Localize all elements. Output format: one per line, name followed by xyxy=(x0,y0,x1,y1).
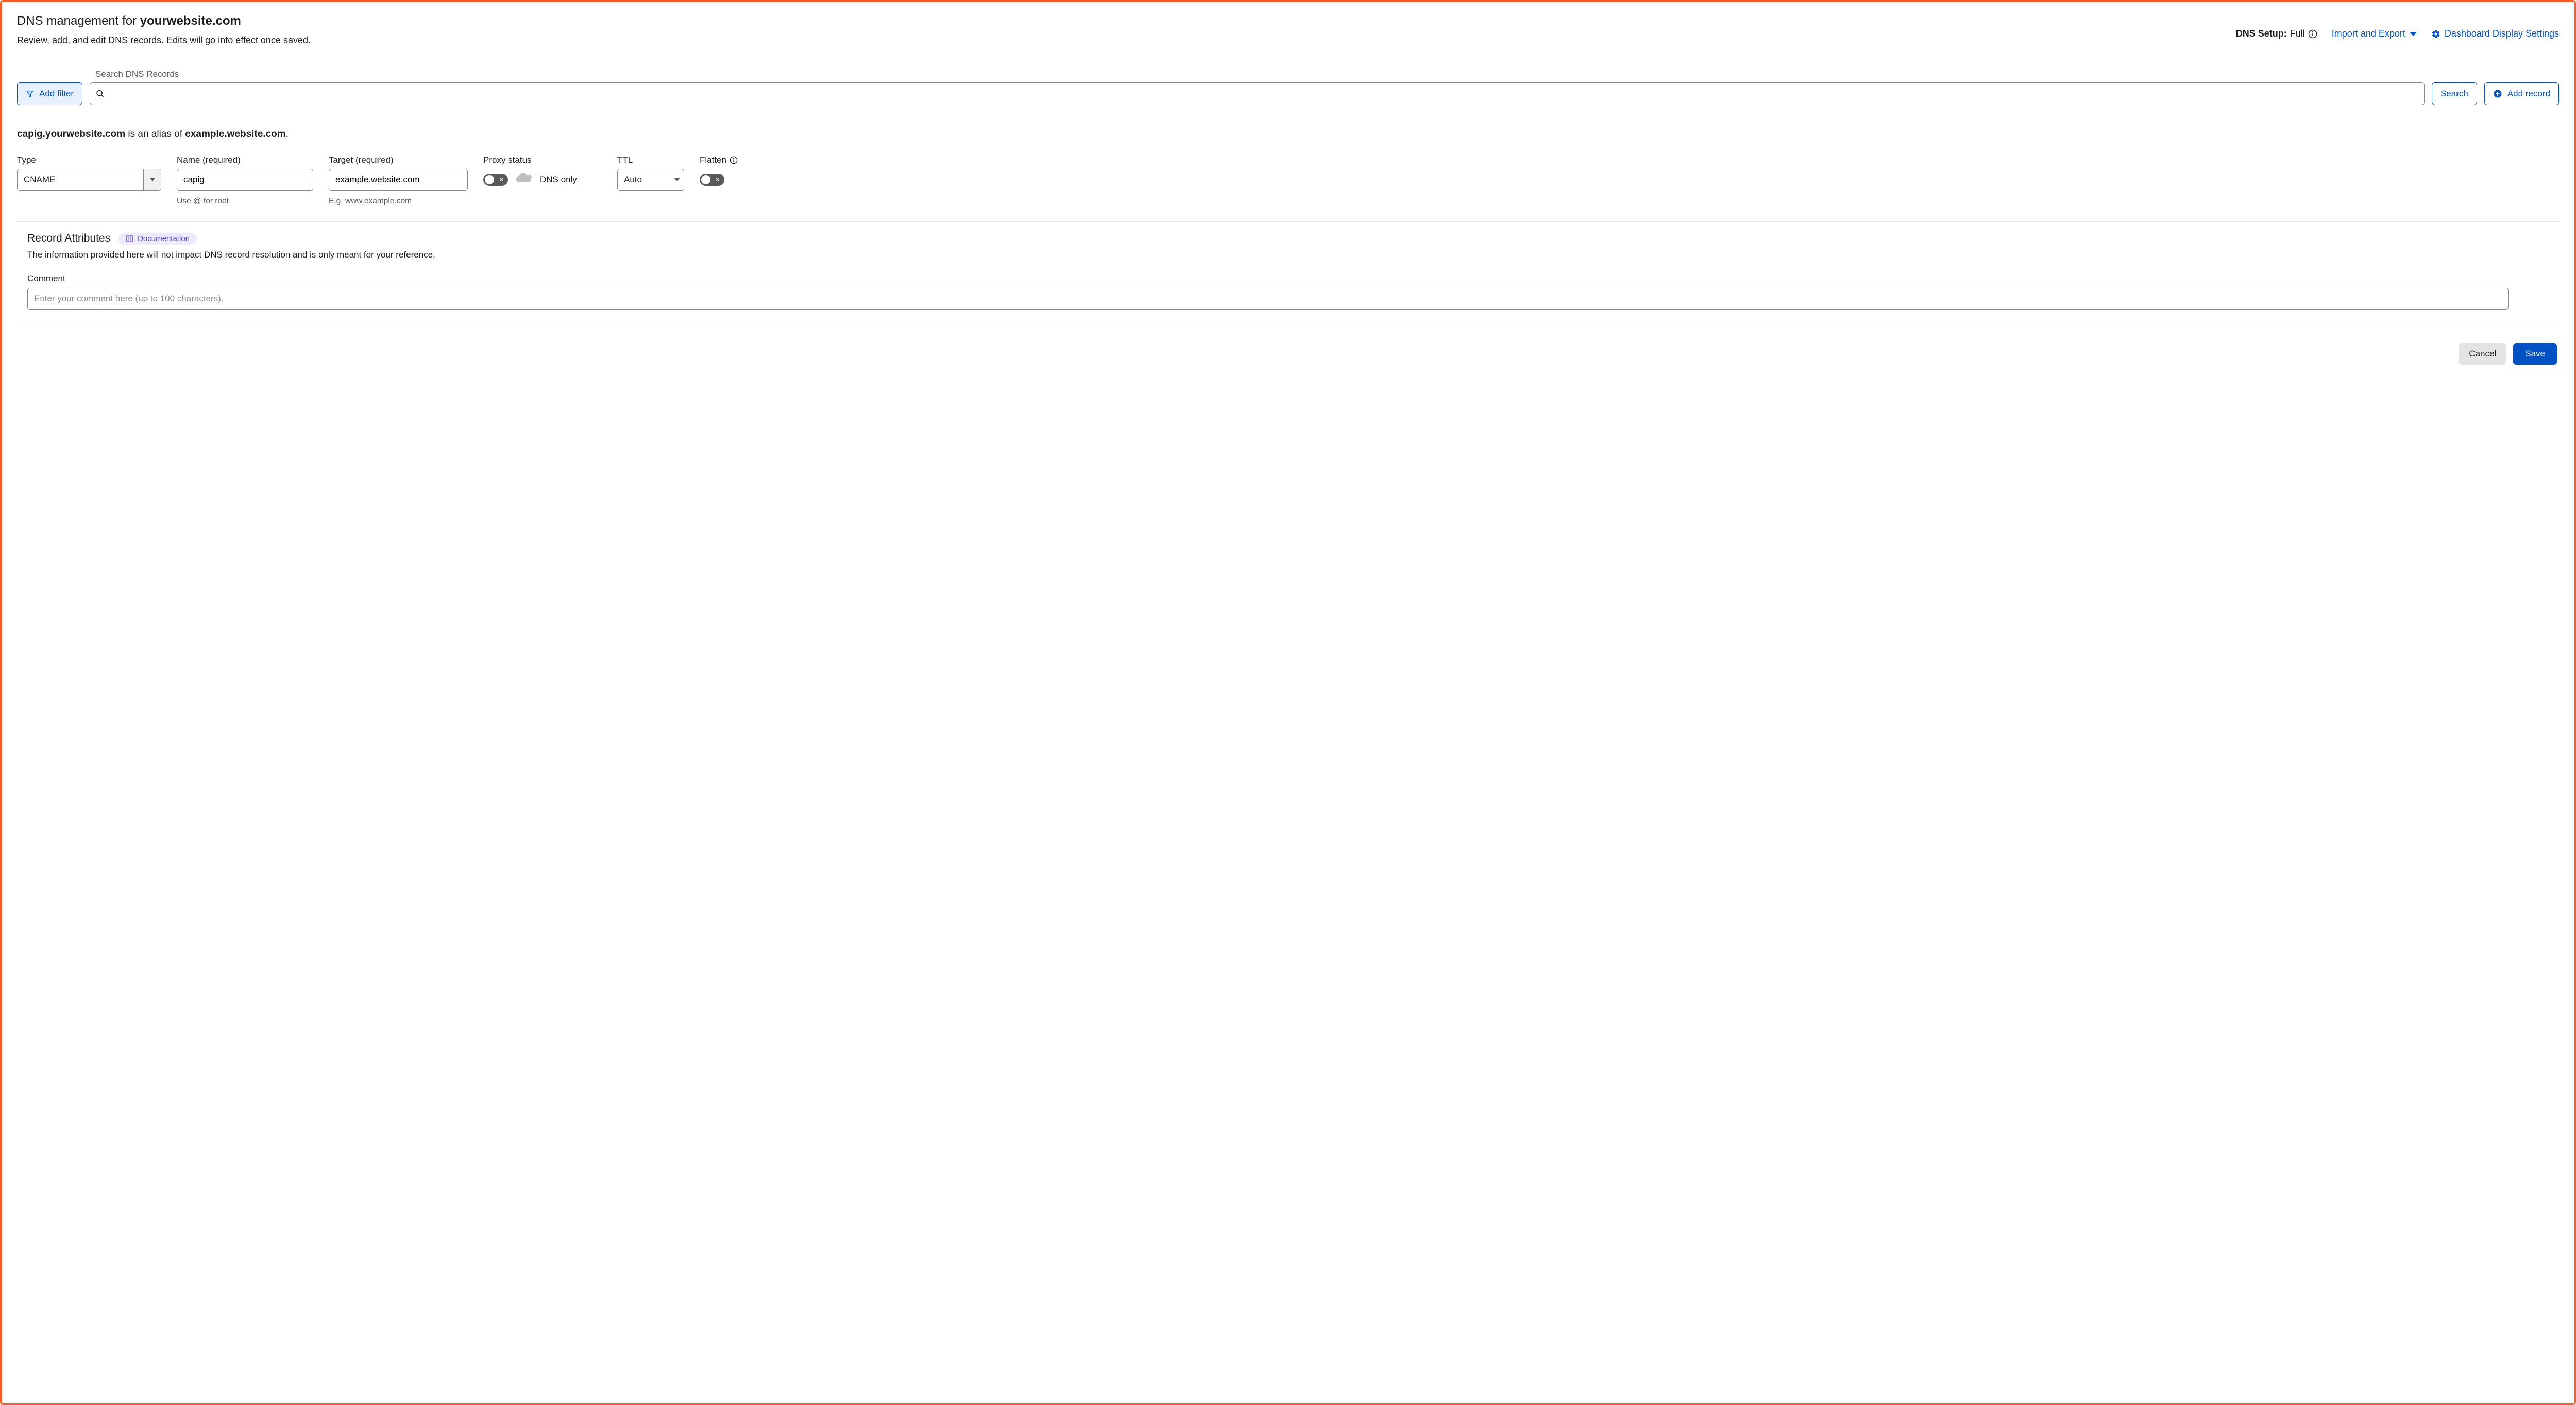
display-settings-link[interactable]: Dashboard Display Settings xyxy=(2431,28,2559,39)
display-settings-label: Dashboard Display Settings xyxy=(2445,28,2559,39)
caret-down-icon xyxy=(150,178,155,181)
header-right: DNS Setup: Full Import and Export Dashbo… xyxy=(2236,14,2559,47)
filter-icon xyxy=(26,90,34,98)
info-icon[interactable] xyxy=(730,156,738,164)
page-title-domain: yourwebsite.com xyxy=(140,14,241,28)
record-form: Type CNAME Name (required) Use @ for roo… xyxy=(17,155,2559,206)
type-dropdown-button[interactable] xyxy=(143,169,161,190)
target-input[interactable] xyxy=(329,169,468,191)
flatten-label-text: Flatten xyxy=(700,155,726,166)
search-label: Search DNS Records xyxy=(95,69,2559,79)
attributes-desc: The information provided here will not i… xyxy=(27,250,2559,260)
plus-circle-icon xyxy=(2493,89,2502,98)
comment-input[interactable] xyxy=(27,288,2509,310)
target-hint: E.g. www.example.com xyxy=(329,197,468,206)
import-export-menu[interactable]: Import and Export xyxy=(2332,28,2417,39)
flatten-toggle[interactable]: ✕ xyxy=(700,174,724,186)
search-row: Add filter Search Add record xyxy=(17,82,2559,105)
proxy-text: DNS only xyxy=(540,175,577,185)
toggle-knob xyxy=(485,175,494,184)
dns-management-panel: DNS management for yourwebsite.com Revie… xyxy=(0,0,2576,1405)
add-record-label: Add record xyxy=(2507,89,2550,99)
name-label: Name (required) xyxy=(177,155,313,166)
search-input[interactable] xyxy=(90,82,2425,105)
cancel-label: Cancel xyxy=(2469,349,2496,358)
add-filter-label: Add filter xyxy=(39,89,74,99)
attributes-heading-row: Record Attributes Documentation xyxy=(27,232,2559,245)
header-left: DNS management for yourwebsite.com Revie… xyxy=(17,14,311,47)
type-label: Type xyxy=(17,155,161,166)
import-export-label: Import and Export xyxy=(2332,28,2405,39)
caret-down-icon xyxy=(2410,32,2417,36)
add-filter-button[interactable]: Add filter xyxy=(17,82,82,105)
toggle-x-icon: ✕ xyxy=(715,177,720,183)
cloud-icon xyxy=(515,173,533,187)
header: DNS management for yourwebsite.com Revie… xyxy=(17,14,2559,47)
field-proxy: Proxy status ✕ DNS only xyxy=(483,155,602,191)
field-ttl: TTL Auto xyxy=(617,155,684,191)
dns-setup-value: Full xyxy=(2290,28,2305,39)
proxy-label: Proxy status xyxy=(483,155,602,166)
search-button[interactable]: Search xyxy=(2432,82,2477,105)
attributes-title: Record Attributes xyxy=(27,232,110,245)
dns-setup-status: DNS Setup: Full xyxy=(2236,28,2317,39)
toggle-x-icon: ✕ xyxy=(499,177,504,183)
target-label: Target (required) xyxy=(329,155,468,166)
save-label: Save xyxy=(2525,349,2545,358)
record-host: capig.yourwebsite.com xyxy=(17,129,125,140)
flatten-label: Flatten xyxy=(700,155,746,166)
search-section: Search DNS Records Add filter Search xyxy=(17,69,2559,105)
field-target: Target (required) E.g. www.example.com xyxy=(329,155,468,206)
name-input[interactable] xyxy=(177,169,313,191)
caret-down-icon xyxy=(674,178,680,181)
footer-actions: Cancel Save xyxy=(17,343,2559,365)
record-target-full: example.website.com xyxy=(185,129,285,140)
type-select[interactable]: CNAME xyxy=(17,169,161,191)
comment-label: Comment xyxy=(27,273,2559,284)
record-attributes: Record Attributes Documentation The info… xyxy=(17,222,2559,310)
page-title: DNS management for yourwebsite.com xyxy=(17,14,311,28)
ttl-label: TTL xyxy=(617,155,684,166)
name-hint: Use @ for root xyxy=(177,197,313,206)
documentation-link[interactable]: Documentation xyxy=(118,233,197,245)
book-icon xyxy=(126,235,133,243)
toggle-knob xyxy=(701,175,710,184)
page-title-prefix: DNS management for xyxy=(17,14,140,28)
search-input-wrap xyxy=(90,82,2425,105)
record-summary-middle: is an alias of xyxy=(125,129,185,140)
ttl-value: Auto xyxy=(624,175,642,185)
dns-setup-label: DNS Setup: xyxy=(2236,28,2287,39)
save-button[interactable]: Save xyxy=(2513,343,2557,365)
record-summary: capig.yourwebsite.com is an alias of exa… xyxy=(17,129,2559,140)
search-button-label: Search xyxy=(2441,89,2468,99)
record-summary-period: . xyxy=(286,129,289,140)
documentation-label: Documentation xyxy=(138,234,190,243)
gear-icon xyxy=(2431,29,2441,39)
type-value: CNAME xyxy=(18,169,143,190)
field-type: Type CNAME xyxy=(17,155,161,191)
search-icon xyxy=(96,90,105,98)
ttl-select[interactable]: Auto xyxy=(617,169,684,191)
field-flatten: Flatten ✕ xyxy=(700,155,746,191)
field-name: Name (required) Use @ for root xyxy=(177,155,313,206)
info-icon[interactable] xyxy=(2308,29,2317,39)
cancel-button[interactable]: Cancel xyxy=(2459,343,2506,365)
page-subtext: Review, add, and edit DNS records. Edits… xyxy=(17,33,311,47)
add-record-button[interactable]: Add record xyxy=(2484,82,2559,105)
proxy-toggle[interactable]: ✕ xyxy=(483,174,508,186)
